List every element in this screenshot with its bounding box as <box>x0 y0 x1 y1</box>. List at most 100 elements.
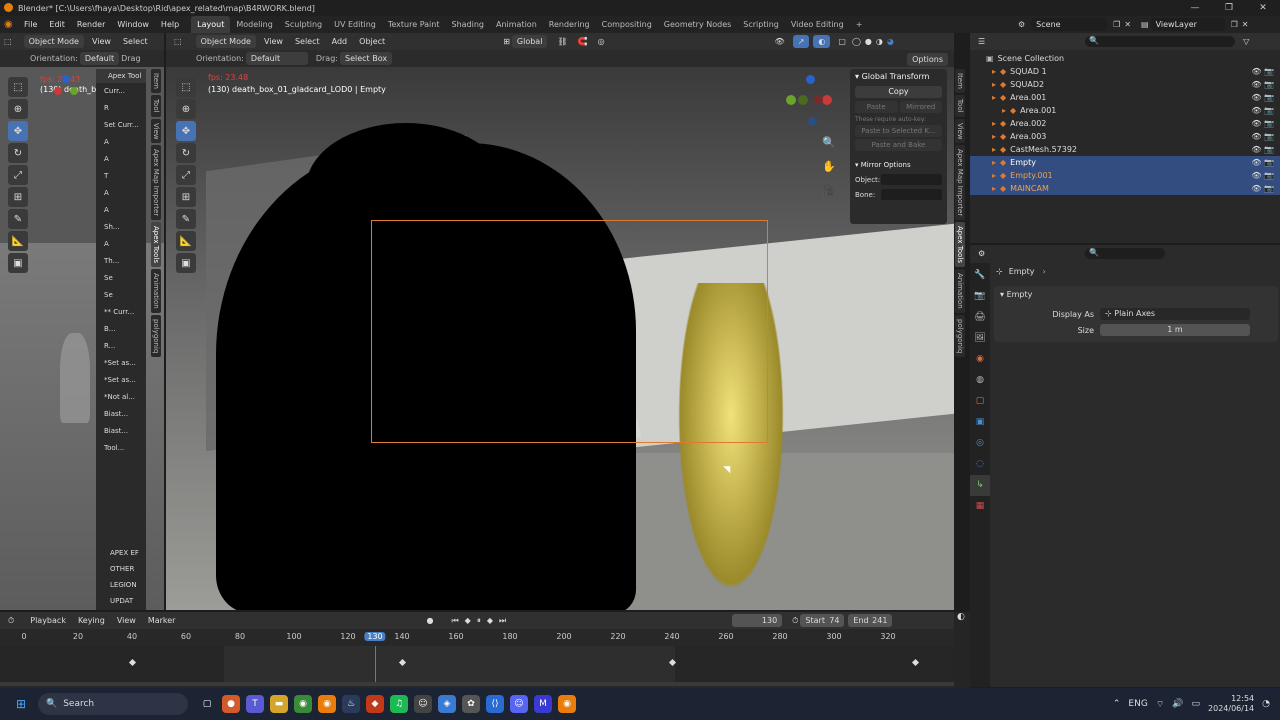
output-properties-icon[interactable]: 🖨 <box>970 307 990 328</box>
timeline-scrollbar[interactable] <box>0 682 970 686</box>
timeline-menu-marker[interactable]: Marker <box>142 612 182 629</box>
apex-tool-row[interactable]: A <box>96 236 146 253</box>
minimize-button[interactable]: — <box>1178 0 1212 16</box>
visibility-eye-icon[interactable]: 👁 📷 <box>1251 67 1274 76</box>
apex-tool-row[interactable]: R <box>96 100 146 117</box>
new-view-layer-icon[interactable]: ❐ <box>1231 20 1238 29</box>
tab-shading[interactable]: Shading <box>445 16 490 33</box>
timeline-region-icon[interactable]: ◐ <box>957 612 965 622</box>
tab-animation[interactable]: Animation <box>490 16 543 33</box>
left-sidebar-tab-animation[interactable]: Animation <box>151 269 161 314</box>
visibility-eye-icon[interactable]: 👁 📷 <box>1251 119 1274 128</box>
main-sidebar-tab-item[interactable]: Item <box>955 69 965 93</box>
expand-chevron-icon[interactable]: ▸ <box>992 67 996 76</box>
preview-range-icon[interactable]: ⏱ <box>792 616 798 626</box>
move-tool-icon[interactable]: ✥ <box>8 121 28 141</box>
timeline-menu-playback[interactable]: Playback <box>24 612 72 629</box>
main-move-tool-icon[interactable]: ✥ <box>176 121 196 141</box>
apex-tool-row[interactable]: *Set as... <box>96 355 146 372</box>
discord-blue-icon[interactable]: ☺ <box>510 695 528 713</box>
left-orientation-select[interactable]: Default <box>79 52 120 65</box>
tray-chevron-icon[interactable]: ⌃ <box>1113 699 1121 709</box>
apex-tool-row[interactable]: Sh... <box>96 219 146 236</box>
xray-icon[interactable]: ▢ <box>838 37 846 46</box>
add-cube-tool-icon[interactable]: ▣ <box>8 253 28 273</box>
paste-to-selected-button[interactable]: Paste to Selected K... <box>855 125 942 137</box>
visibility-icon[interactable]: 👁 <box>775 37 785 46</box>
left-sidebar-tab-view[interactable]: View <box>151 118 161 144</box>
apex-tool-row[interactable]: A <box>96 202 146 219</box>
main-menu-view[interactable]: View <box>258 33 289 50</box>
windows-start-icon[interactable]: ⊞ <box>12 695 30 713</box>
end-frame-field[interactable]: End 241 <box>848 614 893 627</box>
apex-tool-row[interactable]: ** Curr... <box>96 304 146 321</box>
apex-tool-row[interactable]: *Set as... <box>96 372 146 389</box>
tab-rendering[interactable]: Rendering <box>543 16 596 33</box>
snap-icon[interactable]: 🧲 <box>578 37 588 46</box>
apex-tool-row[interactable]: Se <box>96 287 146 304</box>
gizmo-toggle-icon[interactable]: ↗ <box>792 35 810 48</box>
current-frame-field[interactable]: 130 <box>732 614 783 627</box>
tab-uv-editing[interactable]: UV Editing <box>328 16 382 33</box>
display-as-select[interactable]: ⊹ Plain Axes <box>1100 308 1250 320</box>
outliner-editor-icon[interactable]: ☰ <box>978 37 985 46</box>
overlay-toggle-icon[interactable]: ◐ <box>813 35 831 48</box>
filter-icon[interactable]: ▽ <box>1243 37 1249 46</box>
tab-compositing[interactable]: Compositing <box>596 16 658 33</box>
expand-chevron-icon[interactable]: ▸ <box>1002 106 1006 115</box>
steam-icon[interactable]: ♨ <box>342 695 360 713</box>
main-measure-tool-icon[interactable]: 📐 <box>176 231 196 251</box>
tab-geometry-nodes[interactable]: Geometry Nodes <box>658 16 737 33</box>
main-add-cube-tool-icon[interactable]: ▣ <box>176 253 196 273</box>
mirrored-button[interactable]: Mirrored <box>899 101 942 113</box>
expand-chevron-icon[interactable]: ▸ <box>992 184 996 193</box>
pause-icon[interactable]: ⏸ <box>477 616 481 626</box>
main-editor-type-icon[interactable]: ⬚ <box>174 37 182 46</box>
keyframe-marker[interactable] <box>128 658 137 667</box>
apex-tool-row[interactable]: Biast... <box>96 423 146 440</box>
remove-scene-icon[interactable]: ✕ <box>1124 20 1131 29</box>
tool-properties-icon[interactable]: 🔧 <box>970 265 990 286</box>
object-picker[interactable] <box>881 174 942 185</box>
jump-keyframe-forward-icon[interactable]: ◆ <box>487 616 493 625</box>
transform-tool-icon[interactable]: ⊞ <box>8 187 28 207</box>
apex-tool-row[interactable]: B... <box>96 321 146 338</box>
timeline-menu-keying[interactable]: Keying <box>72 612 111 629</box>
close-button[interactable]: ✕ <box>1246 0 1280 16</box>
visibility-eye-icon[interactable]: 👁 📷 <box>1251 106 1274 115</box>
menu-render[interactable]: Render <box>71 16 111 33</box>
left-sidebar-tab-tool[interactable]: Tool <box>151 94 161 117</box>
tab-sculpting[interactable]: Sculpting <box>279 16 328 33</box>
view-layer-properties-icon[interactable]: 🖼 <box>970 328 990 349</box>
expand-chevron-icon[interactable]: ▸ <box>992 93 996 102</box>
shading-solid-icon[interactable]: ● <box>865 37 872 46</box>
outliner-row[interactable]: ▸ ◆ Area.003 👁 📷 <box>970 130 1280 143</box>
section-other[interactable]: OTHER <box>96 561 146 577</box>
world-properties-icon[interactable]: ◍ <box>970 370 990 391</box>
apex-tool-row[interactable]: Set Curr... <box>96 117 146 134</box>
paste-and-bake-button[interactable]: Paste and Bake <box>855 139 942 151</box>
expand-chevron-icon[interactable]: ▸ <box>992 119 996 128</box>
keyframe-marker[interactable] <box>911 658 920 667</box>
wifi-icon[interactable]: ⌔ <box>1156 699 1164 710</box>
language-indicator[interactable]: ENG <box>1128 699 1147 709</box>
tab-video-editing[interactable]: Video Editing <box>785 16 850 33</box>
maximize-button[interactable]: ❐ <box>1212 0 1246 16</box>
timeline-menu-view[interactable]: View <box>111 612 142 629</box>
measure-tool-icon[interactable]: 📐 <box>8 231 28 251</box>
main-rotate-tool-icon[interactable]: ↻ <box>176 143 196 163</box>
scale-tool-icon[interactable]: ⤢ <box>8 165 28 185</box>
left-sidebar-tab-apex-tools[interactable]: Apex Tools <box>151 222 161 268</box>
main-sidebar-tab-animation[interactable]: Animation <box>955 269 965 314</box>
expand-chevron-icon[interactable]: ▸ <box>992 80 996 89</box>
spotify-icon[interactable]: ♫ <box>390 695 408 713</box>
pan-hand-icon[interactable]: ✋ <box>822 155 836 179</box>
apex-tool-row[interactable]: A <box>96 185 146 202</box>
record-icon[interactable]: ● <box>426 616 433 625</box>
outliner-row[interactable]: ▸ ◆ MAINCAM 👁 📷 <box>970 182 1280 195</box>
select-box-tool-icon[interactable]: ⬚ <box>8 77 28 97</box>
main-sidebar-tab-tool[interactable]: Tool <box>955 94 965 117</box>
outliner-row[interactable]: ▸ ◆ Area.001 👁 📷 <box>970 104 1280 117</box>
render-properties-icon[interactable]: 📷 <box>970 286 990 307</box>
remove-view-layer-icon[interactable]: ✕ <box>1242 20 1249 29</box>
